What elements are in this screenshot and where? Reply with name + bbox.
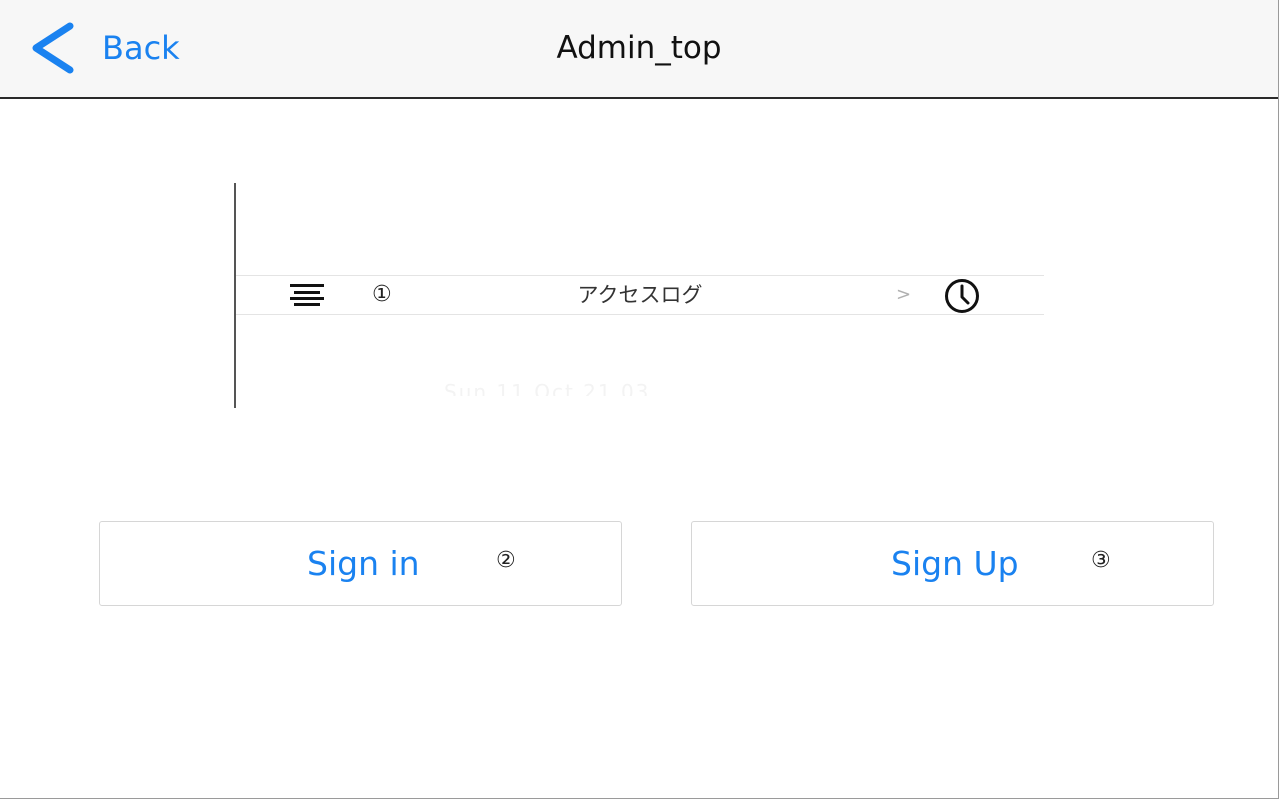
clock-icon[interactable] xyxy=(944,278,980,314)
sign-in-button[interactable]: Sign in ② xyxy=(99,521,622,606)
admin-top-screen: Back Admin_top ① アクセスログ > Sun 11 Oct 21 … xyxy=(0,0,1279,799)
sign-up-button[interactable]: Sign Up ③ xyxy=(691,521,1214,606)
sign-up-label: Sign Up xyxy=(891,544,1019,583)
access-log-row[interactable]: ① アクセスログ > xyxy=(236,275,1044,315)
sign-in-label: Sign in xyxy=(307,544,420,583)
chevron-right-icon: > xyxy=(896,284,912,305)
page-title: Admin_top xyxy=(556,30,722,66)
faded-date-text: Sun 11 Oct 21 03 xyxy=(444,380,651,396)
access-log-label: アクセスログ xyxy=(577,283,703,307)
sign-in-number-badge: ② xyxy=(496,548,516,573)
sign-up-number-badge: ③ xyxy=(1091,548,1111,573)
access-log-panel: ① アクセスログ > Sun 11 Oct 21 03 xyxy=(234,183,1046,408)
navigation-bar: Back Admin_top xyxy=(0,0,1278,99)
